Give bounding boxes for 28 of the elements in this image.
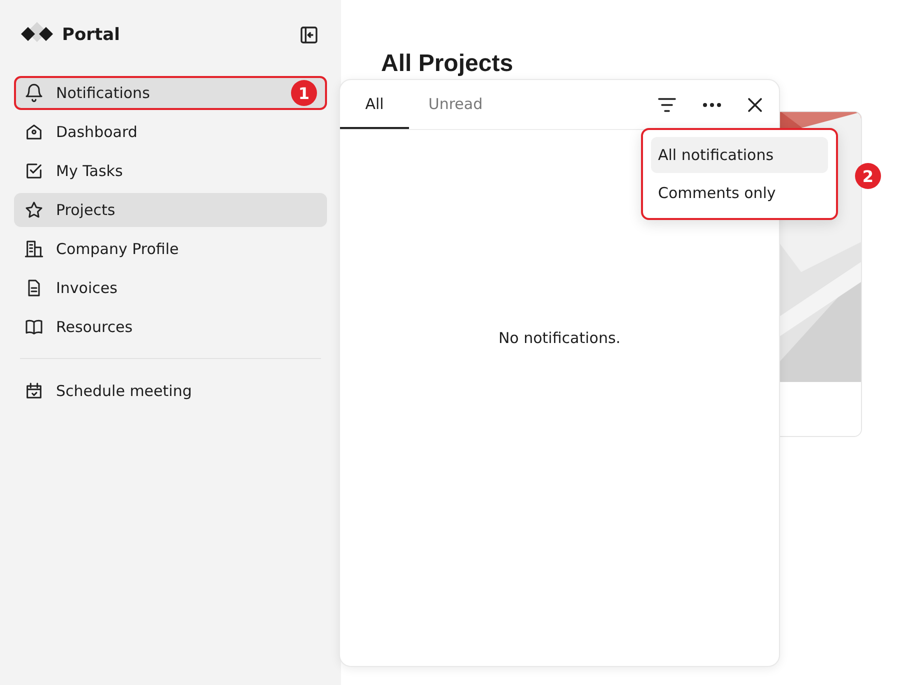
nav-item[interactable]: Company Profile: [14, 232, 327, 266]
callout-badge: 1: [291, 80, 317, 106]
page-title: All Projects: [381, 50, 514, 77]
more-icon[interactable]: [703, 102, 721, 106]
menu-item[interactable]: All notifications: [651, 137, 828, 173]
nav-item[interactable]: Notifications 1: [14, 76, 327, 110]
callout-badge: 2: [855, 163, 881, 189]
nav-item[interactable]: Invoices: [14, 271, 327, 305]
filter-icon[interactable]: [657, 96, 677, 112]
tab[interactable]: All: [340, 80, 409, 129]
building-icon: [24, 239, 44, 259]
star-icon: [24, 200, 44, 220]
task-icon: [24, 161, 44, 181]
nav-item[interactable]: Dashboard: [14, 115, 327, 149]
nav-item[interactable]: Resources: [14, 310, 327, 344]
collapse-sidebar-icon[interactable]: [299, 25, 319, 45]
brand-name: Portal: [62, 25, 120, 45]
nav-item[interactable]: Schedule meeting: [14, 374, 327, 408]
home-icon: [24, 122, 44, 142]
nav-item[interactable]: Projects: [14, 193, 327, 227]
empty-message: No notifications.: [498, 329, 621, 347]
close-icon[interactable]: [747, 96, 763, 112]
bell-icon: [24, 83, 44, 103]
book-icon: [24, 317, 44, 337]
calendar-icon: [24, 381, 44, 401]
menu-item[interactable]: Comments only: [651, 175, 828, 211]
tab[interactable]: Unread: [421, 80, 490, 129]
nav-item[interactable]: My Tasks: [14, 154, 327, 188]
